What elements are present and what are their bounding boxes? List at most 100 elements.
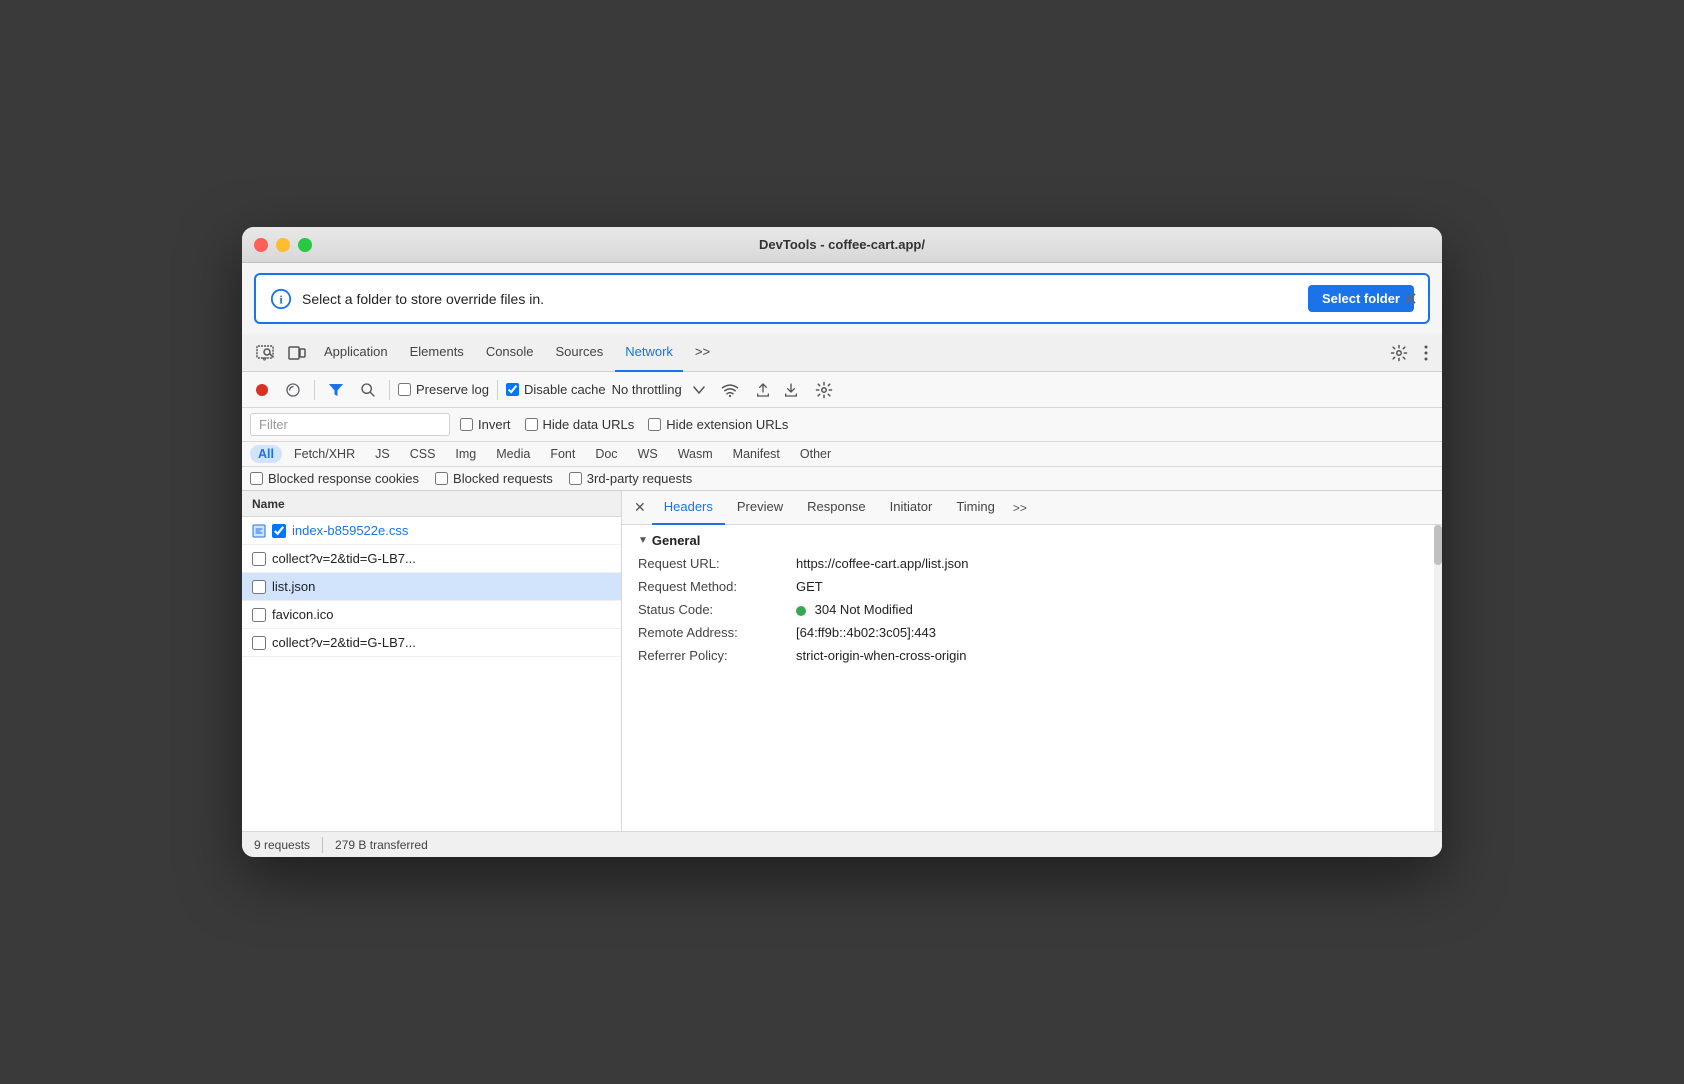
file-name-4: collect?v=2&tid=G-LB7... xyxy=(272,635,416,650)
hide-data-urls-checkbox[interactable] xyxy=(525,418,538,431)
tab-elements[interactable]: Elements xyxy=(400,334,474,372)
file-list: Name index-b859522e.css collect?v=2&tid=… xyxy=(242,491,622,831)
blocked-cookies-checkbox[interactable] xyxy=(250,472,263,485)
window-controls xyxy=(254,238,312,252)
tab-more[interactable]: >> xyxy=(685,334,720,372)
type-filter-other[interactable]: Other xyxy=(792,445,839,463)
detail-row-referrer-policy: Referrer Policy: strict-origin-when-cros… xyxy=(638,648,1426,663)
blocked-requests-label[interactable]: Blocked requests xyxy=(435,471,553,486)
type-filter-img[interactable]: Img xyxy=(447,445,484,463)
banner-message: Select a folder to store override files … xyxy=(302,291,1298,307)
disable-cache-label[interactable]: Disable cache xyxy=(506,382,606,397)
upload-download-buttons xyxy=(750,379,804,401)
details-close-button[interactable]: ✕ xyxy=(628,495,652,520)
file-checkbox-4[interactable] xyxy=(252,636,266,650)
details-tab-preview[interactable]: Preview xyxy=(725,491,795,525)
clear-button[interactable] xyxy=(280,379,306,401)
window-title: DevTools - coffee-cart.app/ xyxy=(759,237,925,252)
type-filter-media[interactable]: Media xyxy=(488,445,538,463)
file-row-2[interactable]: list.json xyxy=(242,573,621,601)
select-folder-button[interactable]: Select folder xyxy=(1308,285,1414,312)
search-button[interactable] xyxy=(355,379,381,401)
throttling-dropdown-button[interactable] xyxy=(688,383,710,397)
tab-application[interactable]: Application xyxy=(314,334,398,372)
third-party-label[interactable]: 3rd-party requests xyxy=(569,471,693,486)
toolbar-divider-3 xyxy=(497,380,498,400)
blocked-cookies-text: Blocked response cookies xyxy=(268,471,419,486)
file-row-1[interactable]: collect?v=2&tid=G-LB7... xyxy=(242,545,621,573)
preserve-log-label[interactable]: Preserve log xyxy=(398,382,489,397)
tab-console[interactable]: Console xyxy=(476,334,544,372)
invert-label[interactable]: Invert xyxy=(460,417,511,432)
filter-icon xyxy=(328,383,344,397)
type-filter-css[interactable]: CSS xyxy=(402,445,444,463)
filter-button[interactable] xyxy=(323,380,349,400)
upload-icon xyxy=(755,382,771,398)
disable-cache-checkbox[interactable] xyxy=(506,383,519,396)
tabs-right-controls xyxy=(1384,340,1434,366)
detail-label-request-method: Request Method: xyxy=(638,579,788,594)
record-button[interactable] xyxy=(250,380,274,400)
file-row-4[interactable]: collect?v=2&tid=G-LB7... xyxy=(242,629,621,657)
details-tab-headers[interactable]: Headers xyxy=(652,491,725,525)
type-filter-all[interactable]: All xyxy=(250,445,282,463)
details-tab-initiator[interactable]: Initiator xyxy=(878,491,945,525)
inspect-icon-button[interactable] xyxy=(250,341,280,365)
details-scrollbar[interactable] xyxy=(1434,525,1442,831)
hide-extension-urls-label[interactable]: Hide extension URLs xyxy=(648,417,788,432)
tab-network[interactable]: Network xyxy=(615,334,683,372)
hide-extension-urls-checkbox[interactable] xyxy=(648,418,661,431)
blocked-requests-checkbox[interactable] xyxy=(435,472,448,485)
details-tab-timing[interactable]: Timing xyxy=(944,491,1007,525)
details-tab-more[interactable]: >> xyxy=(1007,497,1033,519)
device-icon-button[interactable] xyxy=(282,341,312,365)
download-button[interactable] xyxy=(778,379,804,401)
detail-label-referrer-policy: Referrer Policy: xyxy=(638,648,788,663)
type-filter-manifest[interactable]: Manifest xyxy=(725,445,788,463)
wifi-icon xyxy=(721,383,739,397)
close-button[interactable] xyxy=(254,238,268,252)
upload-button[interactable] xyxy=(750,379,776,401)
file-row-0[interactable]: index-b859522e.css xyxy=(242,517,621,545)
tab-sources[interactable]: Sources xyxy=(546,334,614,372)
invert-text: Invert xyxy=(478,417,511,432)
detail-label-request-url: Request URL: xyxy=(638,556,788,571)
file-name-1: collect?v=2&tid=G-LB7... xyxy=(272,551,416,566)
network-settings-button[interactable] xyxy=(810,378,838,402)
invert-checkbox[interactable] xyxy=(460,418,473,431)
details-scrollbar-thumb[interactable] xyxy=(1434,525,1442,565)
third-party-checkbox[interactable] xyxy=(569,472,582,485)
minimize-button[interactable] xyxy=(276,238,290,252)
file-checkbox-0[interactable] xyxy=(272,524,286,538)
status-dot xyxy=(796,606,806,616)
maximize-button[interactable] xyxy=(298,238,312,252)
hide-data-urls-label[interactable]: Hide data URLs xyxy=(525,417,635,432)
requests-count: 9 requests xyxy=(254,838,310,852)
type-filter-wasm[interactable]: Wasm xyxy=(670,445,721,463)
cookie-filter-bar: Blocked response cookies Blocked request… xyxy=(242,467,1442,491)
more-options-button[interactable] xyxy=(1418,340,1434,366)
disable-cache-text: Disable cache xyxy=(524,382,606,397)
type-filter-ws[interactable]: WS xyxy=(630,445,666,463)
file-checkbox-3[interactable] xyxy=(252,608,266,622)
type-filter-fetch-xhr[interactable]: Fetch/XHR xyxy=(286,445,363,463)
settings-icon xyxy=(1390,344,1408,362)
file-checkbox-1[interactable] xyxy=(252,552,266,566)
file-checkbox-2[interactable] xyxy=(252,580,266,594)
detail-value-status-code: 304 Not Modified xyxy=(796,602,1426,617)
wifi-icon-button[interactable] xyxy=(716,380,744,400)
settings-icon-button[interactable] xyxy=(1384,340,1414,366)
file-row-3[interactable]: favicon.ico xyxy=(242,601,621,629)
filter-input[interactable] xyxy=(250,413,450,436)
type-filter-js[interactable]: JS xyxy=(367,445,398,463)
blocked-cookies-label[interactable]: Blocked response cookies xyxy=(250,471,419,486)
preserve-log-checkbox[interactable] xyxy=(398,383,411,396)
banner-close-button[interactable]: ✕ xyxy=(1403,290,1418,308)
status-divider xyxy=(322,837,323,853)
file-list-header: Name xyxy=(242,491,621,517)
main-content: Name index-b859522e.css collect?v=2&tid=… xyxy=(242,491,1442,831)
type-filter-doc[interactable]: Doc xyxy=(587,445,625,463)
type-filter-font[interactable]: Font xyxy=(542,445,583,463)
detail-value-request-method: GET xyxy=(796,579,1426,594)
details-tab-response[interactable]: Response xyxy=(795,491,878,525)
